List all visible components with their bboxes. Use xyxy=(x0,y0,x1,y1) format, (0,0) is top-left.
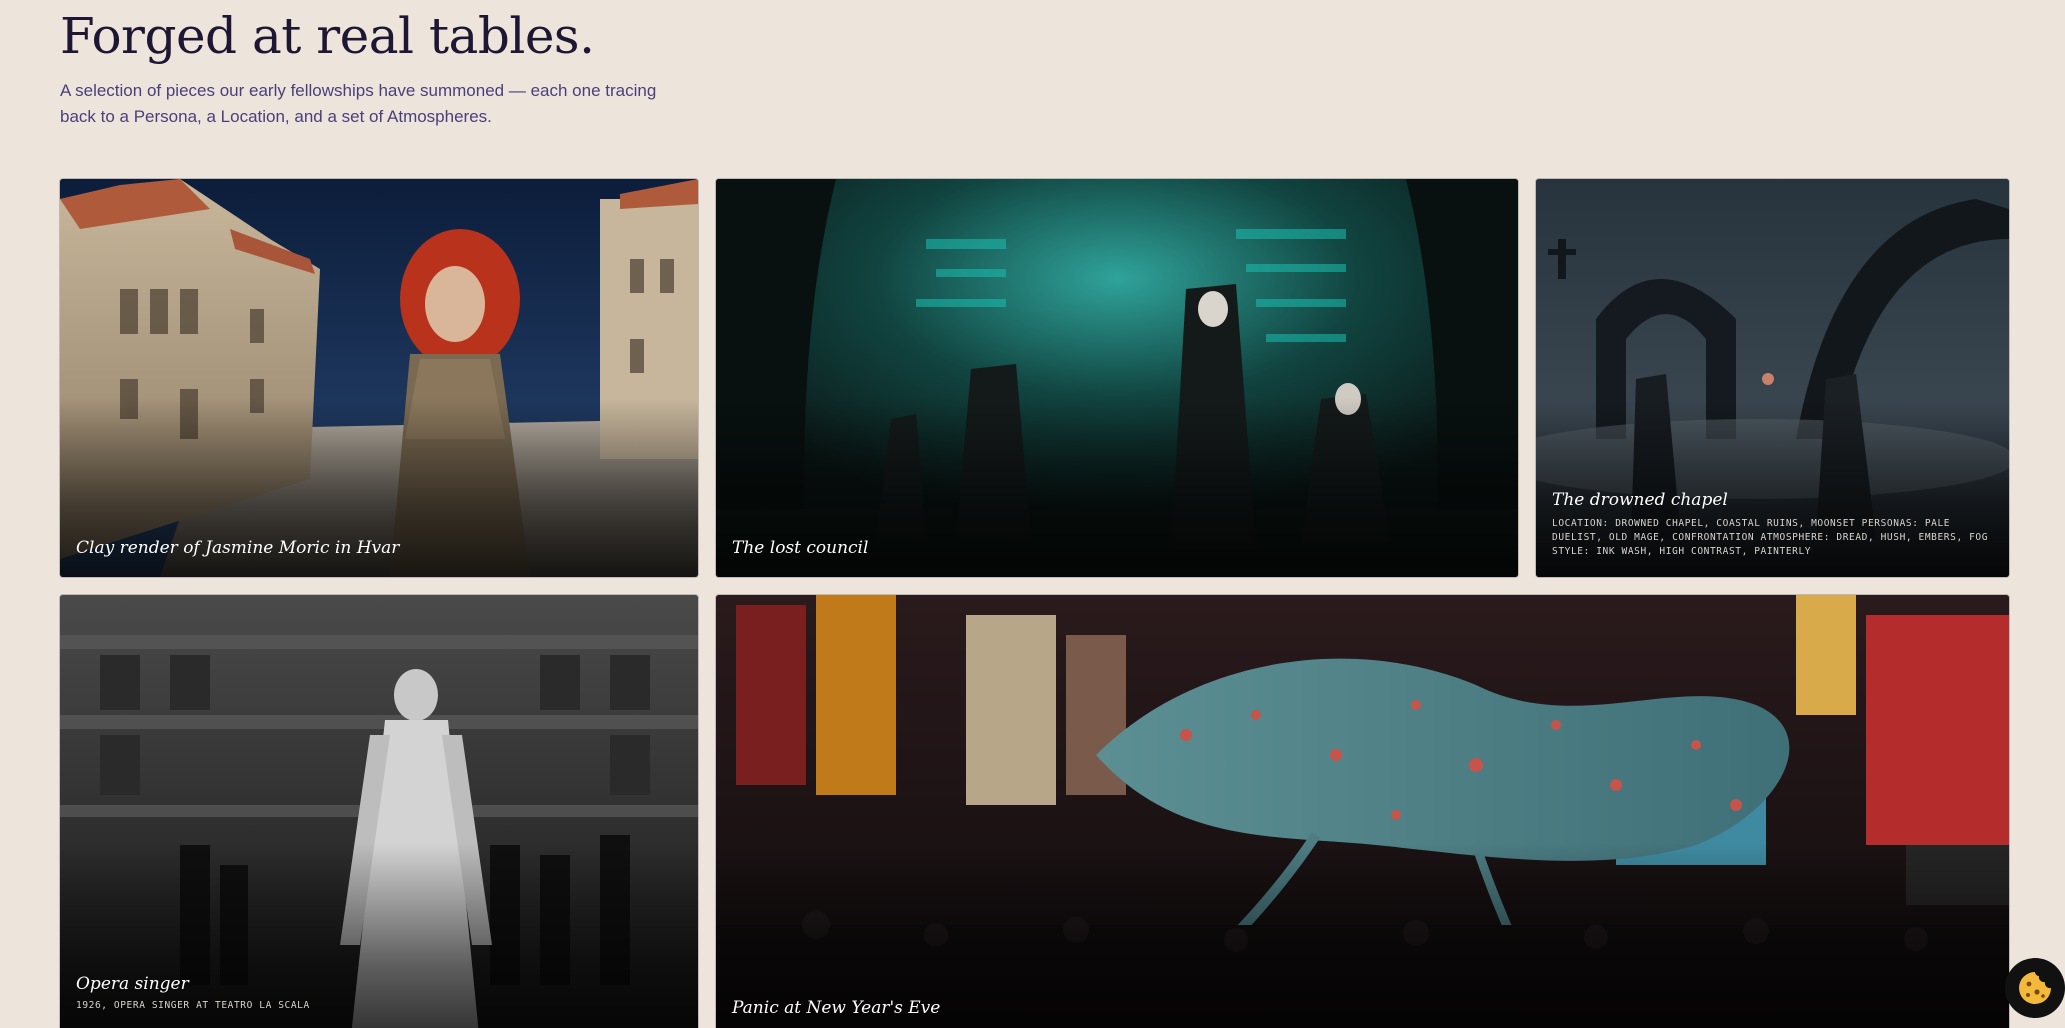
card-title: Opera singer xyxy=(76,974,189,994)
card-meta: LOCATION: DROWNED CHAPEL, COASTAL RUINS,… xyxy=(1552,518,1989,557)
page-intro: A selection of pieces our early fellowsh… xyxy=(60,81,657,126)
card-caption: The drowned chapel LOCATION: DROWNED CHA… xyxy=(1552,489,1993,559)
card-title: The drowned chapel xyxy=(1552,490,1728,510)
card-title: Clay render of Jasmine Moric in Hvar xyxy=(76,538,400,558)
gallery-card-new-years-eve[interactable]: Panic at New Year's Eve xyxy=(716,595,2009,1028)
cookie-preferences-button[interactable] xyxy=(2005,958,2065,1018)
gallery-card-hvar[interactable]: Clay render of Jasmine Moric in Hvar xyxy=(60,179,698,577)
gallery-card-opera-singer[interactable]: Opera singer 1926, OPERA SINGER AT TEATR… xyxy=(60,595,698,1028)
gallery-card-drowned-chapel[interactable]: The drowned chapel LOCATION: DROWNED CHA… xyxy=(1536,179,2009,577)
card-caption: Opera singer 1926, OPERA SINGER AT TEATR… xyxy=(76,973,682,1013)
page-title: Forged at real tables. xyxy=(60,7,595,65)
card-caption: The lost council xyxy=(732,537,1502,559)
gallery-card-lost-council[interactable]: The lost council xyxy=(716,179,1518,577)
cookie-icon xyxy=(2019,972,2051,1004)
card-caption: Clay render of Jasmine Moric in Hvar xyxy=(76,537,682,559)
card-title: The lost council xyxy=(732,538,869,558)
card-title: Panic at New Year's Eve xyxy=(732,998,941,1018)
card-meta: 1926, OPERA SINGER AT TEATRO LA SCALA xyxy=(76,1000,310,1011)
card-caption: Panic at New Year's Eve xyxy=(732,997,1993,1019)
